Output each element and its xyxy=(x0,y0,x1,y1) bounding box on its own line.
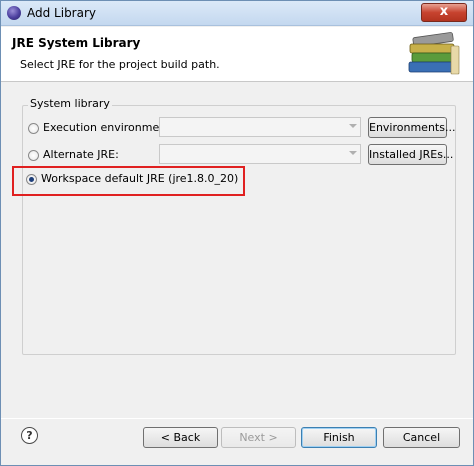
radio-workspace-default-jre[interactable] xyxy=(26,174,37,185)
add-library-dialog: Add Library x JRE System Library Select … xyxy=(0,0,474,466)
system-library-group xyxy=(22,105,456,355)
close-button[interactable]: x xyxy=(421,3,467,22)
window-title: Add Library xyxy=(27,6,97,20)
back-button[interactable]: < Back xyxy=(143,427,218,448)
radio-alternate-jre[interactable] xyxy=(28,150,39,161)
title-bar[interactable]: Add Library x xyxy=(1,1,473,26)
library-books-icon xyxy=(408,32,460,75)
finish-button[interactable]: Finish xyxy=(301,427,377,448)
alternate-jre-combo[interactable] xyxy=(159,144,361,164)
footer-separator xyxy=(1,418,473,419)
installed-jres-button[interactable]: Installed JREs... xyxy=(368,144,453,165)
alternate-jre-label: Alternate JRE: xyxy=(43,148,119,161)
environments-button[interactable]: Environments... xyxy=(368,117,455,138)
help-icon[interactable]: ? xyxy=(21,427,38,444)
page-description: Select JRE for the project build path. xyxy=(20,58,220,71)
chevron-down-icon xyxy=(349,124,357,128)
cancel-button[interactable]: Cancel xyxy=(383,427,460,448)
group-label: System library xyxy=(28,97,112,110)
workspace-default-jre-label: Workspace default JRE (jre1.8.0_20) xyxy=(41,172,239,185)
header-banner: JRE System Library Select JRE for the pr… xyxy=(1,27,473,82)
radio-execution-environment[interactable] xyxy=(28,123,39,134)
execution-environment-combo[interactable] xyxy=(159,117,361,137)
next-button[interactable]: Next > xyxy=(221,427,296,448)
page-title: JRE System Library xyxy=(12,36,141,50)
close-icon: x xyxy=(439,4,449,19)
app-icon xyxy=(7,6,21,20)
chevron-down-icon xyxy=(349,151,357,155)
execution-environment-label: Execution environment: xyxy=(43,121,175,134)
